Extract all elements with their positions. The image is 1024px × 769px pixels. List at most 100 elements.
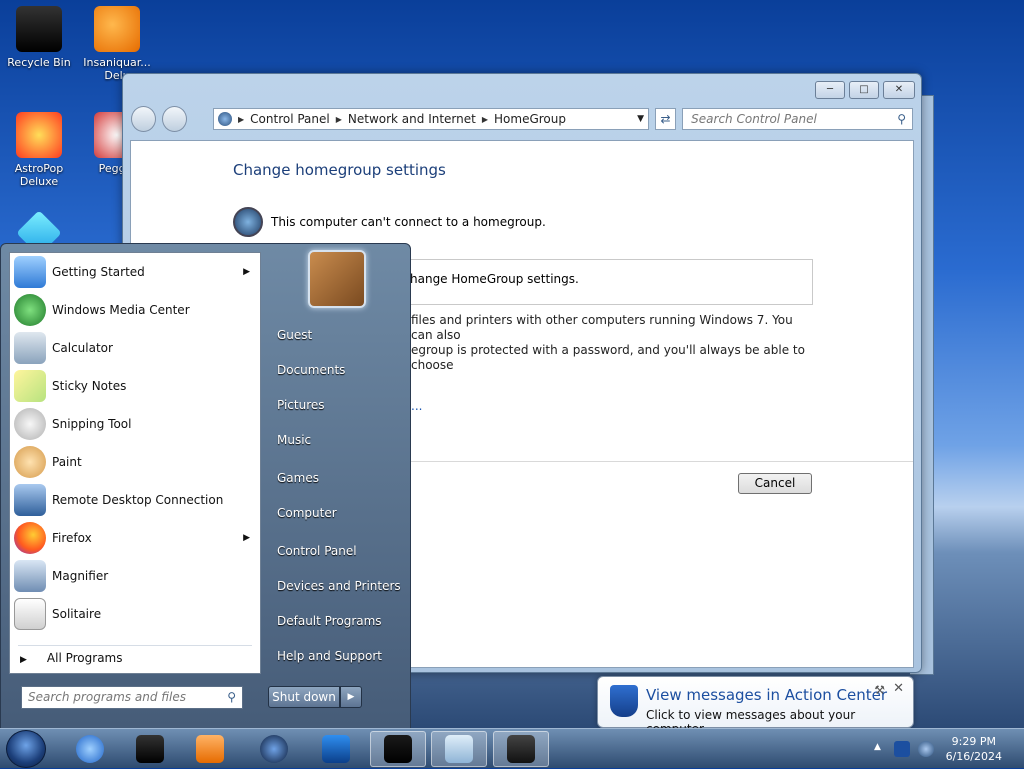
search-icon[interactable]: ⚲ bbox=[897, 112, 906, 126]
magnifier-icon bbox=[14, 560, 46, 592]
page-title: Change homegroup settings bbox=[233, 161, 446, 179]
chevron-right-icon: ▶ bbox=[335, 114, 342, 124]
program-item-snipping-tool[interactable]: Snipping Tool bbox=[10, 405, 260, 443]
breadcrumb-control-panel[interactable]: Control Panel bbox=[250, 112, 330, 126]
start-item-help-support[interactable]: Help and Support bbox=[267, 645, 407, 680]
chevron-up-icon[interactable]: ▲ bbox=[874, 742, 881, 752]
program-label: Getting Started bbox=[52, 265, 145, 279]
shutdown-group: Shut down ▶ bbox=[268, 686, 362, 708]
taskbar-app-ie[interactable] bbox=[62, 731, 118, 767]
start-button[interactable] bbox=[6, 730, 46, 768]
firefox-icon bbox=[14, 522, 46, 554]
program-label: Firefox bbox=[52, 531, 92, 545]
program-label: Solitaire bbox=[52, 607, 102, 621]
address-bar[interactable]: ▶ Control Panel ▶ Network and Internet ▶… bbox=[213, 108, 649, 130]
clock-date: 6/16/2024 bbox=[945, 750, 1002, 763]
close-button[interactable]: ✕ bbox=[883, 81, 915, 99]
action-center-icon[interactable] bbox=[894, 741, 910, 757]
window-app-icon bbox=[384, 735, 412, 763]
avatar[interactable] bbox=[308, 250, 366, 308]
shutdown-button[interactable]: Shut down bbox=[268, 686, 340, 708]
start-item-music[interactable]: Music bbox=[267, 429, 407, 464]
system-tray: ▲ 9:29 PM 6/16/2024 bbox=[864, 729, 1024, 769]
program-item-remote-desktop[interactable]: Remote Desktop Connection bbox=[10, 481, 260, 519]
globe-icon bbox=[260, 735, 288, 763]
app-icon bbox=[507, 735, 535, 763]
search-placeholder: Search programs and files bbox=[28, 690, 186, 704]
search-icon[interactable]: ⚲ bbox=[227, 690, 236, 704]
clock[interactable]: 9:29 PM 6/16/2024 bbox=[946, 734, 1002, 764]
taskbar: ▲ 9:29 PM 6/16/2024 bbox=[0, 728, 1024, 768]
maximize-button[interactable]: □ bbox=[849, 81, 879, 99]
media-device-icon bbox=[136, 735, 164, 763]
refresh-button[interactable]: ⇄ bbox=[655, 108, 677, 130]
start-item-pictures[interactable]: Pictures bbox=[267, 394, 407, 429]
chevron-right-icon[interactable]: ▶ bbox=[243, 267, 250, 277]
chevron-right-icon[interactable]: ▶ bbox=[340, 686, 362, 708]
start-item-computer[interactable]: Computer bbox=[267, 502, 407, 537]
homegroup-icon bbox=[233, 207, 263, 237]
taskbar-app-explorer[interactable] bbox=[431, 731, 487, 767]
desktop-icon-insaniquarium[interactable]: Insaniquar... Delu bbox=[80, 6, 154, 82]
wrench-icon[interactable]: ⚒ bbox=[874, 683, 885, 697]
desktop-icon-label: AstroPop Deluxe bbox=[14, 162, 64, 188]
program-label: Snipping Tool bbox=[52, 417, 132, 431]
program-item-paint[interactable]: Paint bbox=[10, 443, 260, 481]
start-item-default-programs[interactable]: Default Programs bbox=[267, 610, 407, 645]
program-item-solitaire[interactable]: Solitaire bbox=[10, 595, 260, 633]
all-programs-button[interactable]: All Programs bbox=[18, 651, 123, 665]
start-item-control-panel[interactable]: Control Panel bbox=[267, 540, 407, 575]
chevron-down-icon[interactable]: ▼ bbox=[637, 114, 644, 124]
homegroup-status: This computer can't connect to a homegro… bbox=[233, 207, 546, 237]
desktop-icon-recycle-bin[interactable]: Recycle Bin bbox=[2, 6, 76, 69]
sticky-notes-icon bbox=[14, 370, 46, 402]
remote-desktop-icon bbox=[14, 484, 46, 516]
snipping-tool-icon bbox=[14, 408, 46, 440]
breadcrumb-homegroup[interactable]: HomeGroup bbox=[494, 112, 566, 126]
explorer-icon bbox=[445, 735, 473, 763]
chevron-right-icon: ▶ bbox=[238, 114, 245, 124]
action-center-notification[interactable]: View messages in Action Center Click to … bbox=[597, 676, 914, 736]
taskbar-app-player[interactable] bbox=[182, 731, 238, 767]
close-icon[interactable]: ✕ bbox=[893, 681, 904, 696]
window-controls: ─ □ ✕ bbox=[815, 81, 915, 99]
program-item-media-center[interactable]: Windows Media Center bbox=[10, 291, 260, 329]
powershell-icon bbox=[322, 735, 350, 763]
taskbar-app-other[interactable] bbox=[493, 731, 549, 767]
minimize-button[interactable]: ─ bbox=[815, 81, 845, 99]
back-button[interactable] bbox=[131, 106, 156, 132]
taskbar-app-window[interactable] bbox=[370, 731, 426, 767]
chevron-right-icon[interactable]: ▶ bbox=[243, 533, 250, 543]
network-icon[interactable] bbox=[918, 741, 934, 757]
program-item-calculator[interactable]: Calculator bbox=[10, 329, 260, 367]
navigation-bar: ▶ Control Panel ▶ Network and Internet ▶… bbox=[131, 106, 913, 132]
taskbar-app-media[interactable] bbox=[122, 731, 178, 767]
start-menu-programs-pane: Getting Started ▶ Windows Media Center Ca… bbox=[9, 252, 261, 674]
desktop-icon-astropop[interactable]: AstroPop Deluxe bbox=[2, 112, 76, 188]
start-item-games[interactable]: Games bbox=[267, 467, 407, 502]
solitaire-icon bbox=[14, 598, 46, 630]
start-item-guest[interactable]: Guest bbox=[267, 324, 407, 359]
start-menu-places: Guest Documents Pictures Music Games Com… bbox=[267, 324, 407, 680]
truncated-link[interactable]: ... bbox=[411, 399, 422, 413]
action-center-flag-icon bbox=[610, 685, 638, 717]
program-item-getting-started[interactable]: Getting Started ▶ bbox=[10, 253, 260, 291]
breadcrumb-network[interactable]: Network and Internet bbox=[348, 112, 476, 126]
program-item-magnifier[interactable]: Magnifier bbox=[10, 557, 260, 595]
taskbar-app-powershell[interactable] bbox=[308, 731, 364, 767]
search-control-panel-input[interactable]: Search Control Panel ⚲ bbox=[682, 108, 913, 130]
clock-time: 9:29 PM bbox=[951, 735, 996, 748]
program-item-firefox[interactable]: Firefox ▶ bbox=[10, 519, 260, 557]
program-item-sticky-notes[interactable]: Sticky Notes bbox=[10, 367, 260, 405]
start-item-devices-printers[interactable]: Devices and Printers bbox=[267, 575, 407, 610]
cancel-button[interactable]: Cancel bbox=[738, 473, 812, 494]
start-search-input[interactable]: Search programs and files ⚲ bbox=[21, 686, 243, 709]
start-item-documents[interactable]: Documents bbox=[267, 359, 407, 394]
forward-button[interactable] bbox=[162, 106, 187, 132]
program-label: Sticky Notes bbox=[52, 379, 127, 393]
getting-started-icon bbox=[14, 256, 46, 288]
notification-title[interactable]: View messages in Action Center bbox=[646, 686, 887, 704]
program-label: Remote Desktop Connection bbox=[52, 493, 224, 507]
calculator-icon bbox=[14, 332, 46, 364]
taskbar-app-network[interactable] bbox=[246, 731, 302, 767]
